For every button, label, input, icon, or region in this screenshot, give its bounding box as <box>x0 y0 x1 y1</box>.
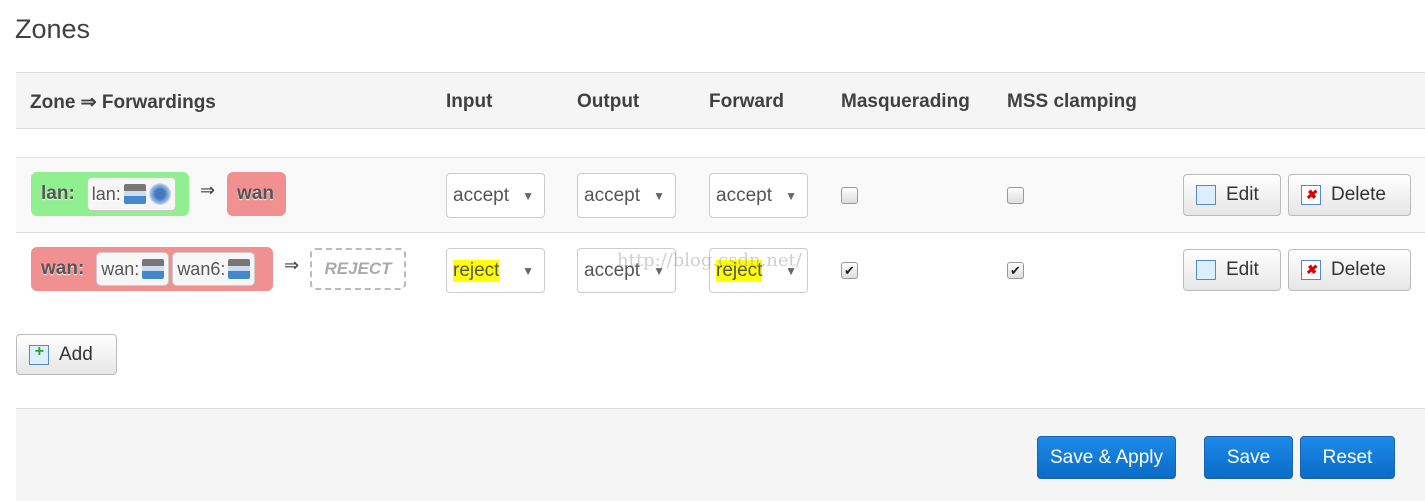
interface-label: lan: <box>91 183 121 204</box>
zone-badge-lan: lan: lan: <box>31 172 189 216</box>
table-row: lan: lan: ⇒ wan accept ▼ accept ▼ accept ▼ … <box>16 157 1425 232</box>
select-value: accept <box>453 184 509 206</box>
delete-button[interactable]: ✖ Delete <box>1288 174 1411 216</box>
interface-lan: lan: <box>86 177 176 211</box>
ethernet-icon <box>123 184 146 204</box>
caret-down-icon: ▼ <box>653 188 665 203</box>
input-select[interactable]: accept ▼ <box>446 173 545 218</box>
mss-clamping-checkbox[interactable]: ✔ <box>1007 262 1024 279</box>
zone-name: wan: <box>41 258 85 279</box>
select-value: reject <box>453 259 500 282</box>
forward-target-wan: wan <box>227 172 286 216</box>
footer-actions: Save & Apply Save Reset <box>16 408 1425 501</box>
output-select[interactable]: accept ▼ <box>577 248 676 293</box>
select-value: accept <box>584 184 640 206</box>
button-label: Edit <box>1226 259 1259 280</box>
interface-wan: wan: <box>96 252 170 286</box>
output-select[interactable]: accept ▼ <box>577 173 676 218</box>
button-label: Edit <box>1226 184 1259 205</box>
wifi-icon <box>148 183 171 205</box>
reset-button[interactable]: Reset <box>1300 436 1395 479</box>
forward-target-reject: REJECT <box>310 248 406 290</box>
button-label: Delete <box>1331 259 1386 280</box>
forward-arrow: ⇒ <box>284 255 300 275</box>
edit-icon <box>1196 185 1216 205</box>
table-header: Zone ⇒ Forwardings Input Output Forward … <box>16 72 1425 129</box>
col-masquerading: Masquerading <box>841 91 970 112</box>
delete-icon: ✖ <box>1301 185 1321 205</box>
interface-label: wan: <box>101 258 140 279</box>
forward-select[interactable]: accept ▼ <box>709 173 808 218</box>
zone-name: lan: <box>41 183 75 204</box>
select-value: accept <box>584 259 640 281</box>
forward-select[interactable]: reject ▼ <box>709 248 808 293</box>
interface-wan6: wan6: <box>172 252 256 286</box>
edit-button[interactable]: Edit <box>1183 249 1281 291</box>
delete-icon: ✖ <box>1301 260 1321 280</box>
button-label: Add <box>59 343 93 365</box>
table-row: wan: wan: wan6: ⇒ REJECT reject ▼ accept ▼… <box>16 232 1425 307</box>
col-zone: Zone ⇒ Forwardings <box>30 92 216 113</box>
save-button[interactable]: Save <box>1204 436 1293 479</box>
caret-down-icon: ▼ <box>785 263 797 278</box>
masquerading-checkbox[interactable] <box>841 187 858 204</box>
col-forward: Forward <box>709 91 784 112</box>
caret-down-icon: ▼ <box>653 263 665 278</box>
col-mss-clamping: MSS clamping <box>1007 91 1137 112</box>
mss-clamping-checkbox[interactable] <box>1007 187 1024 204</box>
caret-down-icon: ▼ <box>785 188 797 203</box>
caret-down-icon: ▼ <box>522 263 534 278</box>
ethernet-icon <box>142 259 165 279</box>
page-title: Zones <box>15 14 91 44</box>
forward-arrow: ⇒ <box>200 180 216 200</box>
edit-icon <box>1196 260 1216 280</box>
ethernet-icon <box>228 259 251 279</box>
input-select[interactable]: reject ▼ <box>446 248 545 293</box>
add-icon: + <box>29 343 49 365</box>
button-label: Delete <box>1331 184 1386 205</box>
col-output: Output <box>577 91 640 112</box>
add-button[interactable]: + Add <box>16 334 117 375</box>
caret-down-icon: ▼ <box>522 188 534 203</box>
delete-button[interactable]: ✖ Delete <box>1288 249 1411 291</box>
save-apply-button[interactable]: Save & Apply <box>1037 436 1176 479</box>
masquerading-checkbox[interactable]: ✔ <box>841 262 858 279</box>
select-value: accept <box>716 184 772 206</box>
select-value: reject <box>716 259 763 282</box>
zone-badge-wan: wan: wan: wan6: <box>31 247 273 291</box>
col-input: Input <box>446 91 493 112</box>
interface-label: wan6: <box>177 258 226 279</box>
edit-button[interactable]: Edit <box>1183 174 1281 216</box>
